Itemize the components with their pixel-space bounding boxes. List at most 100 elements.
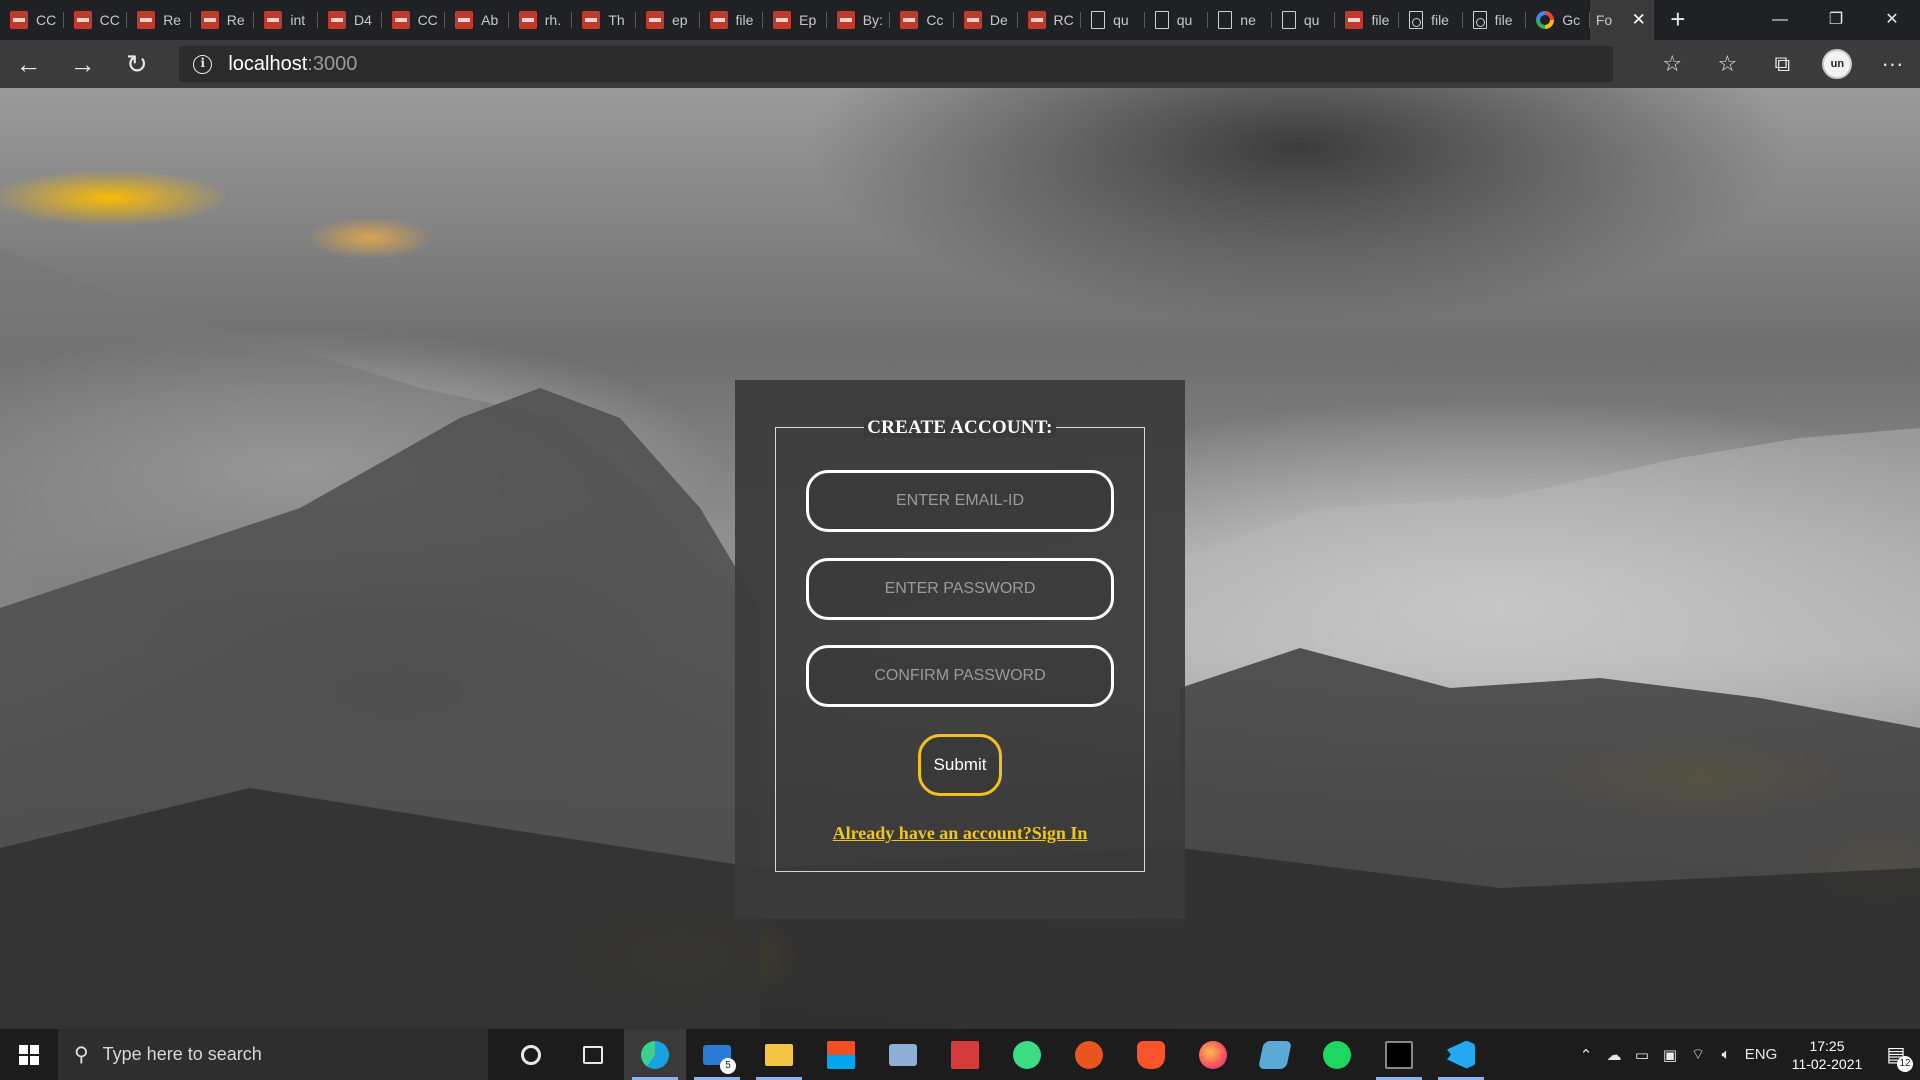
tab-item[interactable]: Cc	[890, 0, 954, 40]
battery-icon[interactable]: ▭	[1628, 1046, 1656, 1064]
pdf-icon	[582, 11, 601, 29]
tab-item[interactable]: De	[954, 0, 1018, 40]
tab-label: By:	[862, 12, 883, 28]
tab-label: ne	[1240, 12, 1256, 28]
notification-center-button[interactable]: ▤ 12	[1872, 1029, 1920, 1080]
meet-now-icon[interactable]: ▣	[1656, 1046, 1684, 1064]
tab-item[interactable]: qu	[1145, 0, 1209, 40]
pdf-icon	[773, 11, 792, 29]
task-view-icon	[583, 1045, 603, 1064]
pdf-icon	[73, 11, 92, 29]
file-explorer-icon	[765, 1043, 793, 1066]
taskbar-app-button[interactable]	[624, 1029, 686, 1080]
site-info-icon[interactable]: i	[193, 54, 213, 74]
ubuntu-icon	[1075, 1040, 1103, 1069]
volume-icon[interactable]: 🔈︎	[1712, 1046, 1740, 1063]
tab-item[interactable]: RC	[1018, 0, 1082, 40]
taskbar-app-button[interactable]	[1120, 1029, 1182, 1080]
taskbar-app-button[interactable]	[500, 1029, 562, 1080]
tab-item[interactable]: ne	[1208, 0, 1272, 40]
tab-item[interactable]: Re	[191, 0, 255, 40]
url-text: localhost:3000	[228, 53, 357, 76]
tab-label: qu	[1176, 12, 1193, 28]
taskbar-app-button[interactable]	[1430, 1029, 1492, 1080]
tab-item[interactable]: Gc	[1526, 0, 1590, 40]
taskbar-app-button[interactable]: 5	[686, 1029, 748, 1080]
signin-link[interactable]: Already have an account?Sign In	[833, 823, 1088, 843]
minimize-button[interactable]: —	[1752, 0, 1808, 40]
tab-label: De	[989, 12, 1008, 28]
pdf-icon	[709, 11, 728, 29]
tab-item[interactable]: CC	[64, 0, 128, 40]
onedrive-icon[interactable]: ☁	[1600, 1046, 1628, 1064]
tab-item[interactable]: CC	[0, 0, 64, 40]
tab-item[interactable]: By:	[827, 0, 891, 40]
email-input[interactable]: ENTER EMAIL-ID	[806, 470, 1114, 532]
add-favorite-icon[interactable]: ☆	[1645, 40, 1700, 88]
tab-label: CC	[99, 12, 120, 28]
tab-label: file	[1431, 12, 1449, 28]
favorites-icon[interactable]: ☆	[1700, 40, 1755, 88]
pdf-icon	[518, 11, 537, 29]
tab-active[interactable]: Fo ✕	[1589, 0, 1654, 40]
tab-item[interactable]: qu	[1272, 0, 1336, 40]
start-button[interactable]	[0, 1029, 58, 1080]
password-input[interactable]: ENTER PASSWORD	[806, 558, 1114, 620]
avatar: un	[1822, 49, 1853, 79]
pdf-icon	[455, 11, 474, 29]
taskbar-app-button[interactable]	[1368, 1029, 1430, 1080]
taskbar: ⚲ Type here to search 5 ⌃ ☁ ▭ ▣ ⌔ 🔈︎ ENG…	[0, 1029, 1920, 1080]
tab-item[interactable]: file	[1399, 0, 1463, 40]
tab-item[interactable]: CC	[382, 0, 446, 40]
taskbar-app-button[interactable]	[1058, 1029, 1120, 1080]
tab-item[interactable]: ep	[636, 0, 700, 40]
reload-button[interactable]: ↻	[111, 40, 162, 88]
tab-item[interactable]: file	[700, 0, 764, 40]
form-title: CREATE ACCOUNT:	[864, 417, 1056, 438]
tab-item[interactable]: D4	[318, 0, 382, 40]
tab-item[interactable]: qu	[1081, 0, 1145, 40]
back-button[interactable]: ←	[3, 40, 54, 88]
taskbar-app-button[interactable]	[996, 1029, 1058, 1080]
new-tab-button[interactable]: +	[1656, 0, 1700, 40]
taskbar-app-button[interactable]	[562, 1029, 624, 1080]
tab-item[interactable]: Ep	[763, 0, 827, 40]
tab-label: file	[735, 12, 754, 28]
taskbar-app-button[interactable]	[810, 1029, 872, 1080]
tab-item[interactable]: file	[1463, 0, 1527, 40]
close-tab-icon[interactable]: ✕	[1632, 10, 1646, 30]
profile-button[interactable]: un	[1810, 40, 1865, 88]
language-indicator[interactable]: ENG	[1740, 1046, 1782, 1063]
more-options-icon[interactable]: ···	[1865, 40, 1920, 88]
tab-item[interactable]: rh.	[509, 0, 573, 40]
tab-label: Re	[163, 12, 182, 28]
collections-icon[interactable]: ⧉	[1755, 40, 1810, 88]
close-window-button[interactable]: ✕	[1864, 0, 1920, 40]
document-icon	[1154, 11, 1169, 29]
tab-item[interactable]: Re	[127, 0, 191, 40]
search-placeholder: Type here to search	[102, 1044, 262, 1064]
tab-item[interactable]: int	[254, 0, 318, 40]
pdf-icon	[10, 11, 28, 29]
taskbar-app-button[interactable]	[1244, 1029, 1306, 1080]
clock-time: 17:25	[1809, 1037, 1845, 1054]
taskbar-app-button[interactable]	[872, 1029, 934, 1080]
tab-label: file	[1371, 12, 1390, 28]
pdf-icon	[836, 11, 855, 29]
taskbar-app-button[interactable]	[934, 1029, 996, 1080]
taskbar-app-button[interactable]	[748, 1029, 810, 1080]
taskbar-search[interactable]: ⚲ Type here to search	[58, 1029, 488, 1080]
confirm-password-input[interactable]: CONFIRM PASSWORD	[806, 645, 1114, 707]
tab-item[interactable]: file	[1335, 0, 1399, 40]
chevron-up-icon[interactable]: ⌃	[1572, 1046, 1600, 1064]
restore-button[interactable]: ❐	[1808, 0, 1864, 40]
address-bar[interactable]: i localhost:3000	[179, 46, 1613, 82]
tab-item[interactable]: Th	[572, 0, 636, 40]
taskbar-app-button[interactable]	[1306, 1029, 1368, 1080]
wifi-icon[interactable]: ⌔	[1684, 1045, 1712, 1064]
taskbar-app-button[interactable]	[1182, 1029, 1244, 1080]
tab-item[interactable]: Ab	[445, 0, 509, 40]
forward-button[interactable]: →	[57, 40, 108, 88]
clock[interactable]: 17:25 11-02-2021	[1782, 1037, 1872, 1073]
submit-button[interactable]: Submit	[918, 734, 1002, 796]
